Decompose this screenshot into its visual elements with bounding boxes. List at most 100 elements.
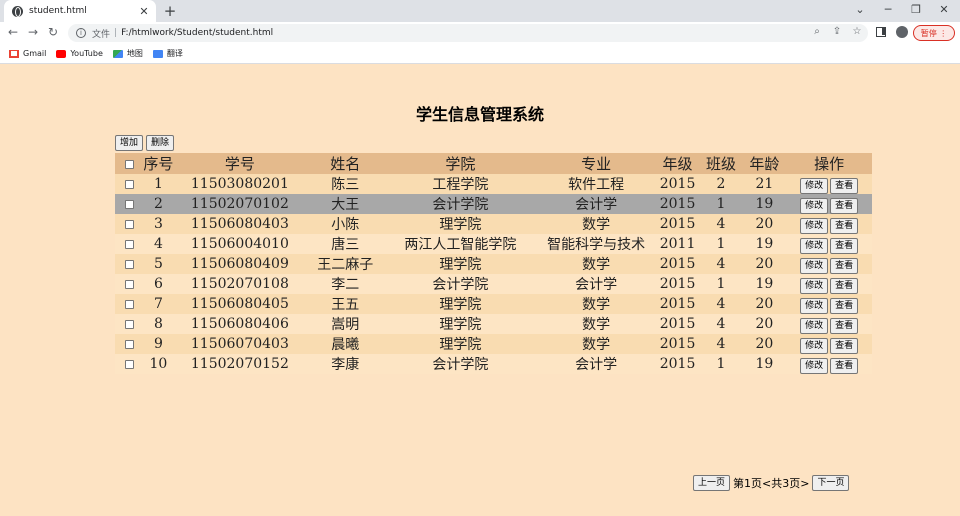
forward-button[interactable]: → — [26, 25, 40, 39]
table-row[interactable]: 2 11502070102 大王 会计学院 会计学 2015 1 19 修改 查看 — [115, 194, 872, 214]
select-all-checkbox[interactable] — [124, 160, 134, 169]
row-actions: 修改 查看 — [786, 334, 872, 354]
profile-avatar-icon[interactable] — [896, 26, 908, 38]
translate-icon — [152, 49, 163, 58]
edit-button[interactable]: 修改 — [800, 197, 829, 214]
row-select-cell — [115, 274, 144, 294]
view-button[interactable]: 查看 — [830, 197, 859, 214]
row-checkbox[interactable] — [124, 259, 134, 269]
view-button[interactable]: 查看 — [830, 177, 859, 194]
cell-class: 4 — [699, 334, 743, 354]
view-button[interactable]: 查看 — [830, 317, 859, 334]
address-bar[interactable]: i 文件 | F:/htmlwork/Student/student.html — [68, 24, 868, 42]
view-button[interactable]: 查看 — [830, 357, 859, 374]
row-checkbox[interactable] — [124, 359, 134, 369]
table-row[interactable]: 9 11506070403 晨曦 理学院 数学 2015 4 20 修改 查看 — [115, 334, 872, 354]
table-row[interactable]: 1 11503080201 陈三 工程学院 软件工程 2015 2 21 修改 查看 — [115, 174, 872, 194]
bookmark-translate[interactable]: 翻译 — [152, 48, 183, 59]
table-row[interactable]: 10 11502070152 李康 会计学院 会计学 2015 1 19 修改 查看 — [115, 354, 872, 374]
edit-button[interactable]: 修改 — [800, 177, 829, 194]
bookmark-youtube[interactable]: YouTube — [56, 49, 103, 58]
cell-grade: 2015 — [655, 194, 700, 214]
add-button[interactable]: 增加 — [115, 135, 144, 151]
edit-button[interactable]: 修改 — [800, 337, 829, 354]
browser-tab[interactable]: student.html ✕ — [4, 0, 156, 22]
cell-class: 1 — [699, 274, 743, 294]
side-panel-icon[interactable] — [876, 27, 886, 37]
tab-title: student.html — [29, 6, 87, 16]
table-row[interactable]: 7 11506080405 王五 理学院 数学 2015 4 20 修改 查看 — [115, 294, 872, 314]
row-checkbox[interactable] — [124, 339, 134, 349]
row-checkbox[interactable] — [124, 219, 134, 229]
table-row[interactable]: 8 11506080406 嵩明 理学院 数学 2015 4 20 修改 查看 — [115, 314, 872, 334]
row-select-cell — [115, 314, 144, 334]
view-button[interactable]: 查看 — [830, 217, 859, 234]
reload-button[interactable]: ↻ — [46, 25, 60, 39]
row-checkbox[interactable] — [124, 299, 134, 309]
new-tab-button[interactable]: + — [162, 2, 178, 20]
cell-college: 理学院 — [384, 254, 537, 274]
bookmark-maps[interactable]: 地图 — [112, 48, 143, 59]
cell-class: 2 — [699, 174, 743, 194]
bookmark-star-icon[interactable]: ☆ — [850, 26, 864, 37]
cell-major: 会计学 — [536, 194, 656, 214]
column-header: 年龄 — [742, 153, 787, 174]
cell-college: 会计学院 — [384, 194, 537, 214]
cell-age: 19 — [742, 234, 787, 254]
row-checkbox[interactable] — [124, 199, 134, 209]
zoom-icon[interactable]: ⌕ — [810, 26, 824, 37]
cell-age: 19 — [742, 274, 787, 294]
table-row[interactable]: 3 11506080403 小陈 理学院 数学 2015 4 20 修改 查看 — [115, 214, 872, 234]
prev-page-button[interactable]: 上一页 — [693, 475, 731, 491]
cell-index: 5 — [143, 254, 174, 274]
row-checkbox[interactable] — [124, 319, 134, 329]
tab-search-chevron-icon[interactable]: ⌄ — [852, 2, 868, 18]
back-button[interactable]: ← — [6, 25, 20, 39]
row-select-cell — [115, 194, 144, 214]
cell-index: 1 — [143, 174, 174, 194]
paused-button[interactable]: 暂停 ⋮ — [913, 25, 955, 41]
view-button[interactable]: 查看 — [830, 237, 859, 254]
info-icon[interactable]: i — [76, 28, 86, 38]
cell-index: 6 — [143, 274, 174, 294]
close-window-button[interactable]: ✕ — [936, 2, 952, 18]
cell-major: 数学 — [536, 254, 656, 274]
url-scheme: 文件 — [92, 29, 111, 40]
table-row[interactable]: 4 11506004010 唐三 两江人工智能学院 智能科学与技术 2011 1 19 修改 查看 — [115, 234, 872, 254]
cell-grade: 2015 — [655, 294, 700, 314]
row-checkbox[interactable] — [124, 279, 134, 289]
cell-student-id: 11506080406 — [173, 314, 307, 334]
view-button[interactable]: 查看 — [830, 277, 859, 294]
share-icon[interactable]: ⇪ — [830, 26, 844, 37]
cell-college: 理学院 — [384, 214, 537, 234]
edit-button[interactable]: 修改 — [800, 237, 829, 254]
row-checkbox[interactable] — [124, 239, 134, 249]
view-button[interactable]: 查看 — [830, 257, 859, 274]
cell-major: 数学 — [536, 334, 656, 354]
minimize-button[interactable]: ─ — [880, 2, 896, 18]
delete-button[interactable]: 删除 — [146, 135, 175, 151]
view-button[interactable]: 查看 — [830, 337, 859, 354]
bookmark-gmail[interactable]: Gmail — [9, 49, 46, 58]
tab-close-icon[interactable]: ✕ — [138, 5, 150, 18]
row-checkbox[interactable] — [124, 179, 134, 189]
row-actions: 修改 查看 — [786, 174, 872, 194]
edit-button[interactable]: 修改 — [800, 357, 829, 374]
cell-student-id: 11502070152 — [173, 354, 307, 374]
table-row[interactable]: 5 11506080409 王二麻子 理学院 数学 2015 4 20 修改 查看 — [115, 254, 872, 274]
edit-button[interactable]: 修改 — [800, 317, 829, 334]
row-actions: 修改 查看 — [786, 354, 872, 374]
view-button[interactable]: 查看 — [830, 297, 859, 314]
cell-index: 9 — [143, 334, 174, 354]
edit-button[interactable]: 修改 — [800, 257, 829, 274]
cell-major: 会计学 — [536, 274, 656, 294]
edit-button[interactable]: 修改 — [800, 297, 829, 314]
row-select-cell — [115, 214, 144, 234]
table-row[interactable]: 6 11502070108 李二 会计学院 会计学 2015 1 19 修改 查看 — [115, 274, 872, 294]
edit-button[interactable]: 修改 — [800, 277, 829, 294]
row-actions: 修改 查看 — [786, 314, 872, 334]
edit-button[interactable]: 修改 — [800, 217, 829, 234]
next-page-button[interactable]: 下一页 — [812, 475, 850, 491]
restore-button[interactable]: ❐ — [908, 2, 924, 18]
url-text[interactable]: F:/htmlwork/Student/student.html — [121, 28, 273, 38]
